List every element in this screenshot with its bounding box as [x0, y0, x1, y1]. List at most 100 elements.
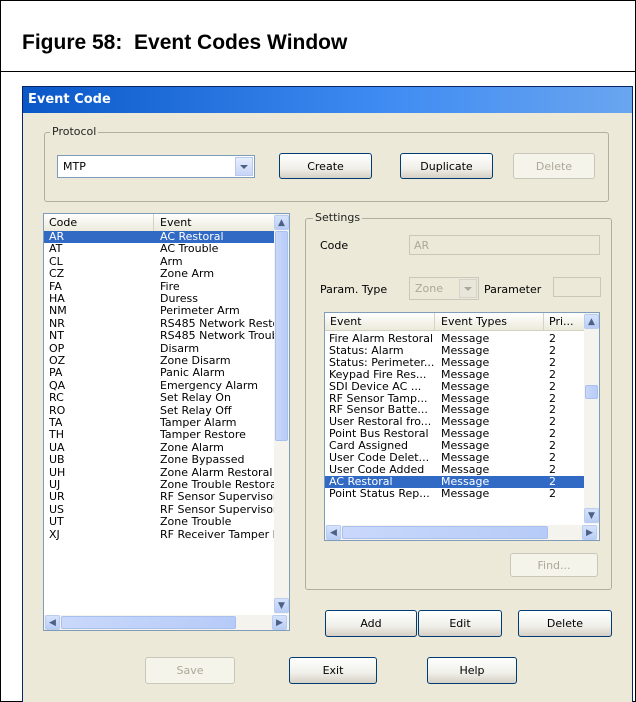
- scroll-thumb[interactable]: [342, 526, 548, 539]
- list-item[interactable]: UA Zone Alarm: [44, 442, 274, 454]
- create-button[interactable]: Create: [279, 153, 372, 179]
- code-cell: NT: [49, 330, 64, 343]
- list-item[interactable]: UR RF Sensor Supervisor: [44, 491, 274, 503]
- table-row[interactable]: User Restoral fro... Message 2: [325, 416, 584, 428]
- event-type-cell: Message: [441, 475, 490, 488]
- list-item[interactable]: AT AC Trouble: [44, 243, 274, 255]
- event-name-cell: RF Sensor Tamp...: [329, 392, 428, 405]
- list-item[interactable]: UT Zone Trouble: [44, 516, 274, 528]
- list-item[interactable]: PA Panic Alarm: [44, 367, 274, 379]
- event-cell: Perimeter Arm: [160, 305, 240, 318]
- event-name-cell: User Restoral fro...: [329, 416, 432, 429]
- event-cell: Zone Arm: [160, 268, 215, 281]
- help-button[interactable]: Help: [427, 657, 517, 684]
- list-item[interactable]: US RF Sensor Supervisor: [44, 504, 274, 516]
- event-types-list[interactable]: Event Event Types Pri... Fire Alarm Rest…: [324, 312, 600, 541]
- save-button: Save: [145, 657, 235, 684]
- table-row[interactable]: Card Assigned Message 2: [325, 440, 584, 452]
- scroll-down-icon[interactable]: ▼: [584, 508, 599, 523]
- table-row[interactable]: Status: Perimeter... Message 2: [325, 357, 584, 369]
- table-row[interactable]: RF Sensor Batte... Message 2: [325, 404, 584, 416]
- delete-button[interactable]: Delete: [518, 610, 612, 637]
- table-row[interactable]: Status: Alarm Message 2: [325, 345, 584, 357]
- codes-list[interactable]: Code Event AR AC Restoral AT AC Trouble CL Ar…: [43, 213, 290, 631]
- list-item[interactable]: RO Set Relay Off: [44, 405, 274, 417]
- events-vertical-scrollbar[interactable]: ▲ ▼: [584, 313, 599, 524]
- column-header-event[interactable]: Event: [160, 216, 192, 229]
- code-cell: AT: [49, 243, 63, 256]
- list-item[interactable]: UB Zone Bypassed: [44, 454, 274, 466]
- column-header-event-types[interactable]: Event Types: [441, 315, 507, 328]
- parameter-field: [553, 277, 601, 297]
- exit-button[interactable]: Exit: [289, 657, 377, 684]
- code-label: Code: [320, 239, 349, 252]
- event-type-cell: Message: [441, 440, 490, 453]
- table-row[interactable]: Point Status Rep... Message 2: [325, 488, 584, 500]
- table-row[interactable]: Keypad Fire Res... Message 2: [325, 369, 584, 381]
- scroll-thumb[interactable]: [61, 616, 236, 629]
- column-header-code[interactable]: Code: [49, 216, 77, 229]
- scroll-right-icon[interactable]: ▶: [272, 615, 287, 630]
- priority-cell: 2: [549, 487, 556, 500]
- list-item[interactable]: AR AC Restoral: [44, 231, 274, 243]
- table-row[interactable]: AC Restoral Message 2: [325, 475, 584, 488]
- scroll-left-icon[interactable]: ◀: [45, 615, 60, 630]
- list-item[interactable]: CL Arm: [44, 256, 274, 268]
- codes-vertical-scrollbar[interactable]: ▲ ▼: [274, 214, 289, 614]
- table-row[interactable]: SDI Device AC ... Message 2: [325, 381, 584, 393]
- scroll-right-icon[interactable]: ▶: [582, 525, 597, 540]
- priority-cell: 2: [549, 428, 556, 441]
- event-name-cell: Status: Perimeter...: [329, 356, 435, 369]
- list-item[interactable]: TH Tamper Restore: [44, 429, 274, 441]
- priority-cell: 2: [549, 380, 556, 393]
- code-cell: TA: [49, 417, 63, 429]
- list-item[interactable]: NT RS485 Network Troub: [44, 330, 274, 342]
- table-row[interactable]: RF Sensor Tamp... Message 2: [325, 393, 584, 405]
- event-name-cell: Keypad Fire Res...: [329, 368, 427, 381]
- scroll-thumb[interactable]: [275, 231, 288, 441]
- events-horizontal-scrollbar[interactable]: ◀ ▶: [325, 525, 599, 540]
- scroll-left-icon[interactable]: ◀: [326, 525, 341, 540]
- add-button[interactable]: Add: [325, 610, 417, 637]
- code-cell: UJ: [49, 479, 61, 491]
- list-item[interactable]: UH Zone Alarm Restoral: [44, 467, 274, 479]
- protocol-select[interactable]: MTP: [57, 155, 255, 178]
- list-item[interactable]: NR RS485 Network Resto: [44, 318, 274, 330]
- chevron-down-icon[interactable]: [235, 157, 253, 176]
- event-cell: Tamper Alarm: [160, 417, 237, 429]
- code-cell: NM: [49, 305, 67, 318]
- duplicate-button[interactable]: Duplicate: [400, 153, 493, 179]
- list-item[interactable]: QA Emergency Alarm: [44, 380, 274, 392]
- list-item[interactable]: CZ Zone Arm: [44, 268, 274, 280]
- list-item[interactable]: HA Duress: [44, 293, 274, 305]
- code-cell: PA: [49, 367, 63, 380]
- edit-button[interactable]: Edit: [418, 610, 502, 637]
- column-header-priority[interactable]: Pri...: [549, 315, 574, 328]
- column-header-event[interactable]: Event: [330, 315, 362, 328]
- list-item[interactable]: OZ Zone Disarm: [44, 355, 274, 367]
- list-item[interactable]: FA Fire: [44, 281, 274, 293]
- list-item[interactable]: NM Perimeter Arm: [44, 305, 274, 317]
- list-item[interactable]: UJ Zone Trouble Restora: [44, 479, 274, 491]
- table-row[interactable]: Fire Alarm Restoral Message 2: [325, 333, 584, 345]
- table-row[interactable]: User Code Added Message 2: [325, 464, 584, 476]
- code-cell: CZ: [49, 268, 65, 281]
- list-item[interactable]: XJ RF Receiver Tamper I: [44, 529, 274, 541]
- list-item[interactable]: OP Disarm: [44, 343, 274, 355]
- scroll-down-icon[interactable]: ▼: [274, 598, 289, 613]
- event-name-cell: Point Status Rep...: [329, 487, 430, 500]
- code-cell: UH: [49, 466, 66, 479]
- table-row[interactable]: User Code Delet... Message 2: [325, 452, 584, 464]
- event-cell: Panic Alarm: [160, 367, 225, 380]
- event-name-cell: User Code Added: [329, 463, 425, 476]
- event-name-cell: Point Bus Restoral: [329, 428, 429, 441]
- table-row[interactable]: Point Bus Restoral Message 2: [325, 428, 584, 440]
- codes-horizontal-scrollbar[interactable]: ◀ ▶: [44, 615, 289, 630]
- scroll-up-icon[interactable]: ▲: [274, 215, 289, 230]
- scroll-thumb[interactable]: [585, 385, 598, 399]
- scroll-up-icon[interactable]: ▲: [584, 314, 599, 329]
- title-bar[interactable]: Event Code: [23, 87, 632, 113]
- event-cell: Zone Alarm: [160, 441, 224, 454]
- list-item[interactable]: RC Set Relay On: [44, 392, 274, 404]
- list-item[interactable]: TA Tamper Alarm: [44, 417, 274, 429]
